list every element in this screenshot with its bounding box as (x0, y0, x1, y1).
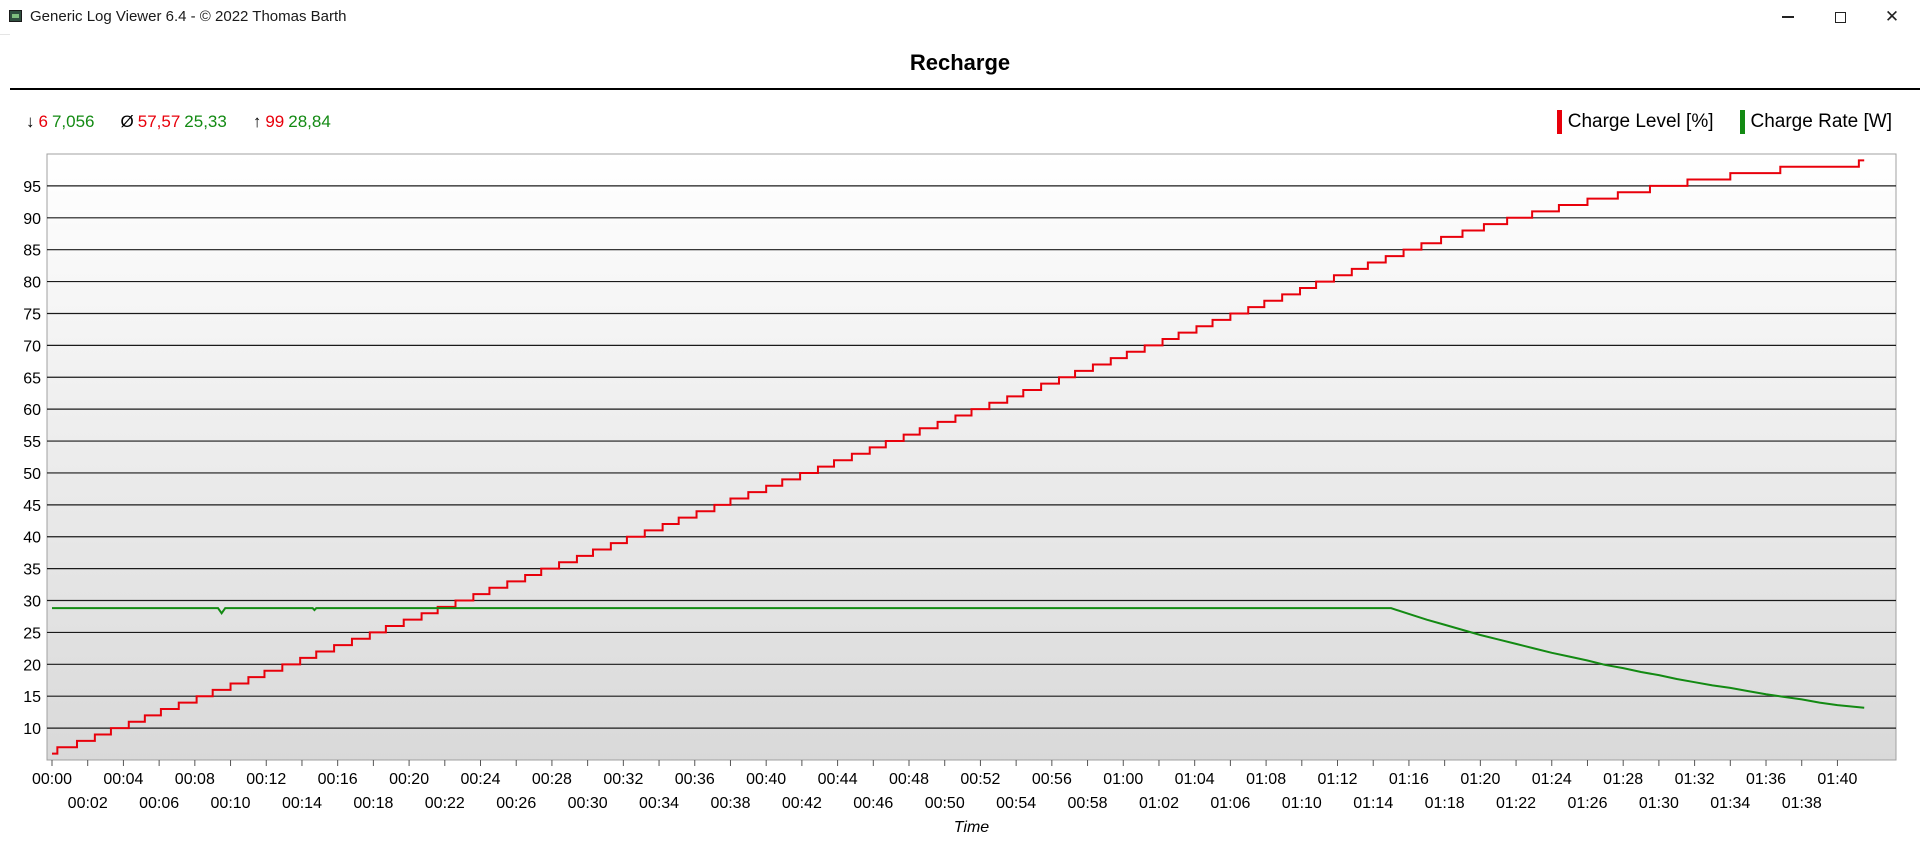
x-tick-label: 00:52 (960, 771, 1000, 788)
x-tick-label: 00:58 (1068, 795, 1108, 812)
y-tick-label: 35 (23, 562, 41, 579)
y-tick-label: 90 (23, 211, 41, 228)
y-tick-label: 75 (23, 306, 41, 323)
plot-background (46, 153, 1897, 761)
y-tick-label: 20 (23, 657, 41, 674)
x-tick-label: 01:02 (1139, 795, 1179, 812)
y-tick-label: 15 (23, 689, 41, 706)
x-tick-label: 00:36 (675, 771, 715, 788)
x-tick-label: 01:00 (1103, 771, 1143, 788)
x-tick-label: 00:10 (211, 795, 251, 812)
x-tick-label: 01:34 (1710, 795, 1750, 812)
x-tick-label: 01:04 (1175, 771, 1215, 788)
x-tick-label: 01:40 (1817, 771, 1857, 788)
y-tick-label: 85 (23, 243, 41, 260)
x-tick-label: 00:34 (639, 795, 679, 812)
x-tick-label: 01:32 (1675, 771, 1715, 788)
x-tick-label: 00:40 (746, 771, 786, 788)
x-tick-label: 01:24 (1532, 771, 1572, 788)
y-tick-label: 30 (23, 594, 41, 611)
x-tick-label: 00:56 (1032, 771, 1072, 788)
x-tick-label: 00:54 (996, 795, 1036, 812)
x-tick-label: 00:18 (353, 795, 393, 812)
x-tick-label: 01:36 (1746, 771, 1786, 788)
x-tick-label: 01:26 (1567, 795, 1607, 812)
x-axis-label: Time (954, 819, 990, 836)
x-tick-label: 01:08 (1246, 771, 1286, 788)
x-tick-label: 00:04 (103, 771, 143, 788)
x-tick-label: 01:38 (1782, 795, 1822, 812)
x-tick-label: 00:50 (925, 795, 965, 812)
x-tick-label: 00:12 (246, 771, 286, 788)
x-tick-label: 00:14 (282, 795, 322, 812)
x-tick-label: 01:16 (1389, 771, 1429, 788)
x-tick-label: 01:22 (1496, 795, 1536, 812)
y-tick-label: 95 (23, 179, 41, 196)
y-tick-label: 40 (23, 530, 41, 547)
x-tick-label: 01:10 (1282, 795, 1322, 812)
x-tick-label: 00:38 (710, 795, 750, 812)
y-tick-label: 25 (23, 625, 41, 642)
y-tick-label: 45 (23, 498, 41, 515)
x-tick-label: 01:14 (1353, 795, 1393, 812)
x-tick-label: 00:22 (425, 795, 465, 812)
x-tick-label: 00:02 (68, 795, 108, 812)
x-tick-label: 01:28 (1603, 771, 1643, 788)
y-tick-label: 55 (23, 434, 41, 451)
y-tick-label: 70 (23, 338, 41, 355)
x-tick-label: 01:20 (1460, 771, 1500, 788)
x-tick-label: 00:26 (496, 795, 536, 812)
y-tick-label: 10 (23, 721, 41, 738)
x-tick-label: 00:32 (603, 771, 643, 788)
x-tick-label: 00:42 (782, 795, 822, 812)
x-tick-label: 00:44 (818, 771, 858, 788)
x-tick-label: 00:06 (139, 795, 179, 812)
x-tick-label: 00:30 (568, 795, 608, 812)
x-tick-label: 00:28 (532, 771, 572, 788)
y-tick-label: 50 (23, 466, 41, 483)
x-tick-label: 00:08 (175, 771, 215, 788)
line-chart[interactable]: 10 15 20 25 30 35 40 45 50 55 60 65 70 75 80 85 90 95 00:0… (0, 0, 1920, 854)
x-tick-label: 00:16 (318, 771, 358, 788)
x-tick-label: 01:06 (1210, 795, 1250, 812)
x-tick-label: 00:24 (460, 771, 500, 788)
x-tick-label: 00:00 (32, 771, 72, 788)
x-tick-label: 00:46 (853, 795, 893, 812)
x-tick-label: 01:30 (1639, 795, 1679, 812)
x-tick-label: 01:12 (1317, 771, 1357, 788)
y-tick-label: 60 (23, 402, 41, 419)
y-tick-label: 65 (23, 370, 41, 387)
x-tick-label: 00:48 (889, 771, 929, 788)
x-tick-label: 01:18 (1425, 795, 1465, 812)
y-tick-label: 80 (23, 275, 41, 292)
x-tick-label: 00:20 (389, 771, 429, 788)
